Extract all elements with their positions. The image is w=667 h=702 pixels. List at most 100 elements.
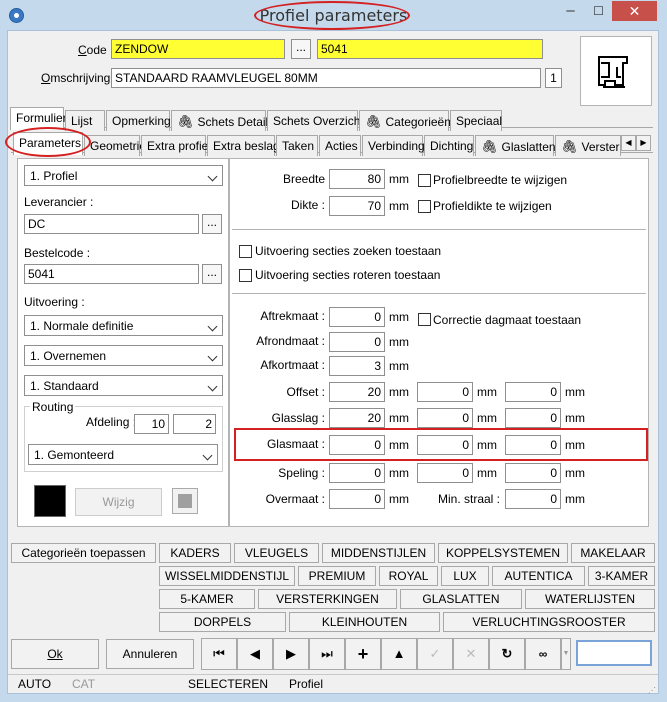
color-swatch-gray[interactable] [172, 488, 198, 514]
code-input[interactable]: ZENDOW [111, 39, 285, 59]
code-number-input[interactable]: 5041 [317, 39, 543, 59]
category-middenstijlen[interactable]: MIDDENSTIJLEN [322, 543, 435, 563]
afrondmaat-input[interactable]: 0 [329, 332, 385, 352]
subtab-extra-beslag[interactable]: Extra beslag [207, 135, 280, 156]
last-record-icon[interactable]: ⏭ [309, 638, 345, 670]
secties-roteren-checkbox[interactable] [239, 269, 252, 282]
status-auto: AUTO [18, 677, 52, 691]
category-waterlijsten[interactable]: WATERLIJSTEN [525, 589, 655, 609]
bestelcode-lookup-button[interactable]: ... [202, 264, 222, 284]
code-lookup-button[interactable]: ... [291, 39, 311, 59]
maximize-button[interactable]: ☐ [586, 1, 611, 21]
category-lux[interactable]: LUX [441, 566, 489, 586]
tab-scroll-right[interactable]: ▶ [636, 135, 651, 151]
binoculars-icon[interactable]: ∞ [525, 638, 561, 670]
search-dropdown-button[interactable]: ▼ [561, 638, 571, 670]
offset-input-3[interactable]: 0 [505, 382, 561, 402]
offset-input-2[interactable]: 0 [417, 382, 473, 402]
close-button[interactable]: ✕ [612, 1, 657, 21]
breedte-input[interactable]: 80 [329, 169, 385, 189]
category-kaders[interactable]: KADERS [159, 543, 231, 563]
categorieen-toepassen-button[interactable]: Categorieën toepassen [11, 543, 156, 563]
next-record-icon[interactable]: ▶ [273, 638, 309, 670]
routing-select[interactable]: 1. Gemonteerd [28, 444, 218, 465]
minimize-button[interactable]: – [558, 1, 583, 21]
subtab-dichting[interactable]: Dichting [424, 135, 474, 156]
aftrekmaat-input[interactable]: 0 [329, 307, 385, 327]
category-verluchtingsrooster[interactable]: VERLUCHTINGSROOSTER [443, 612, 655, 632]
uitvoering-select-3[interactable]: 1. Standaard [24, 375, 223, 396]
ok-button[interactable]: Ok [11, 639, 99, 669]
uitvoering-select-2[interactable]: 1. Overnemen [24, 345, 223, 366]
previous-record-icon[interactable]: ◀ [237, 638, 273, 670]
first-record-icon[interactable]: ⏮ [201, 638, 237, 670]
category-premium[interactable]: PREMIUM [298, 566, 376, 586]
category-wisselmiddenstijl[interactable]: WISSELMIDDENSTIJL [159, 566, 295, 586]
min-straal-label: Min. straal : [437, 492, 500, 506]
profielbreedte-label: Profielbreedte te wijzigen [433, 173, 568, 187]
subtab-geometrie[interactable]: Geometrie [84, 135, 146, 156]
category-koppelsystemen[interactable]: KOPPELSYSTEMEN [438, 543, 568, 563]
dikte-input[interactable]: 70 [329, 196, 385, 216]
overmaat-label: Overmaat : [265, 492, 325, 506]
glasmaat-highlight [234, 428, 648, 461]
refresh-icon[interactable]: ↻ [489, 638, 525, 670]
overmaat-input[interactable]: 0 [329, 489, 385, 509]
offset-input-1[interactable]: 20 [329, 382, 385, 402]
search-input[interactable] [576, 640, 652, 666]
category-5-kamer[interactable]: 5-KAMER [159, 589, 255, 609]
type-select[interactable]: 1. Profiel [24, 165, 223, 186]
profielbreedte-checkbox[interactable] [418, 174, 431, 187]
category-royal[interactable]: ROYAL [379, 566, 438, 586]
tab-opmerking[interactable]: Opmerking [106, 110, 171, 131]
glasslag-input-2[interactable]: 0 [417, 408, 473, 428]
subtab-glaslatten[interactable]: 🖇 Glaslatten [475, 135, 556, 156]
omschrijving-input[interactable]: STANDAARD RAAMVLEUGEL 80MM [111, 68, 541, 88]
confirm-icon[interactable]: ✓ [417, 638, 453, 670]
status-mode: SELECTEREN [188, 677, 269, 691]
subtab-acties[interactable]: Acties [319, 135, 361, 156]
wijzig-button[interactable]: Wijzig [75, 488, 162, 516]
leverancier-lookup-button[interactable]: ... [202, 214, 222, 234]
add-icon[interactable]: + [345, 638, 381, 670]
min-straal-input[interactable]: 0 [505, 489, 561, 509]
afkortmaat-input[interactable]: 3 [329, 356, 385, 376]
glasslag-input-3[interactable]: 0 [505, 408, 561, 428]
leverancier-input[interactable]: DC [24, 214, 199, 234]
subtab-versterk[interactable]: 🖇Versterk [555, 135, 621, 156]
tab-lijst[interactable]: Lijst [65, 110, 105, 131]
glasslag-input-1[interactable]: 20 [329, 408, 385, 428]
category-dorpels[interactable]: DORPELS [159, 612, 286, 632]
speling-input-3[interactable]: 0 [505, 463, 561, 483]
uitvoering-select-1[interactable]: 1. Normale definitie [24, 315, 223, 336]
tab-scroll-left[interactable]: ◀ [621, 135, 636, 151]
category-glaslatten[interactable]: GLASLATTEN [400, 589, 522, 609]
profieldikte-checkbox[interactable] [418, 200, 431, 213]
subtab-verbinding[interactable]: Verbinding [362, 135, 425, 156]
category-versterkingen[interactable]: VERSTERKINGEN [258, 589, 397, 609]
category-kleinhouten[interactable]: KLEINHOUTEN [289, 612, 440, 632]
tab-speciaal[interactable]: Speciaal [450, 110, 502, 131]
category-autentica[interactable]: AUTENTICA [492, 566, 585, 586]
move-up-icon[interactable]: ▲ [381, 638, 417, 670]
tab-schets-overzicht[interactable]: Schets Overzicht [267, 110, 364, 131]
correctie-dagmaat-checkbox[interactable] [418, 313, 431, 326]
color-swatch-black[interactable] [34, 485, 66, 517]
afdeling-input-2[interactable]: 2 [173, 414, 216, 434]
cancel-icon[interactable]: ✕ [453, 638, 489, 670]
resize-grip-icon[interactable]: ⋰ [648, 686, 656, 695]
speling-input-2[interactable]: 0 [417, 463, 473, 483]
subtab-extra-profiel[interactable]: Extra profiel [141, 135, 211, 156]
unit-label: mm [389, 199, 409, 213]
category-3-kamer[interactable]: 3-KAMER [588, 566, 655, 586]
speling-input-1[interactable]: 0 [329, 463, 385, 483]
tab-categorieen[interactable]: 🖇 Categorieën [359, 110, 451, 131]
secties-zoeken-checkbox[interactable] [239, 245, 252, 258]
subtab-taken[interactable]: Taken [276, 135, 318, 156]
tab-schets-detail[interactable]: 🖇 Schets Detail [171, 110, 268, 131]
bestelcode-input[interactable]: 5041 [24, 264, 199, 284]
category-makelaar[interactable]: MAKELAAR [571, 543, 655, 563]
category-vleugels[interactable]: VLEUGELS [234, 543, 319, 563]
afdeling-input-1[interactable]: 10 [134, 414, 169, 434]
annuleren-button[interactable]: Annuleren [106, 639, 194, 669]
